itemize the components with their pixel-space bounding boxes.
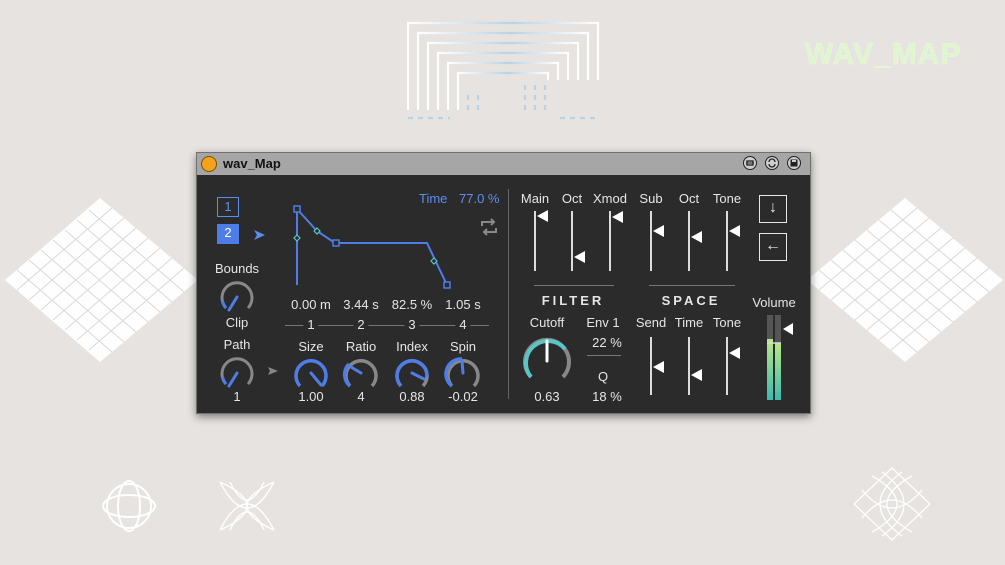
- sub-slider-handle[interactable]: [653, 225, 664, 237]
- index-knob[interactable]: [392, 355, 432, 393]
- lissajous-shape-1: [102, 480, 156, 532]
- segment-2-value[interactable]: 3.44 s: [343, 297, 378, 312]
- ratio-label: Ratio: [345, 339, 377, 354]
- lissajous-shape-2: [219, 481, 275, 531]
- volume-handle[interactable]: [783, 323, 793, 335]
- sub-label: Sub: [639, 191, 663, 206]
- space-header: SPACE: [661, 293, 721, 308]
- oct-slider-handle[interactable]: [574, 251, 585, 263]
- size-value: 1.00: [298, 389, 324, 404]
- path-label: Path: [223, 337, 251, 352]
- device-on-toggle[interactable]: [201, 156, 217, 172]
- oct2-slider-handle[interactable]: [691, 231, 702, 243]
- volume-meter[interactable]: [763, 313, 803, 403]
- spin-value: -0.02: [448, 389, 478, 404]
- path-value: 1: [233, 389, 241, 404]
- path-knob[interactable]: [217, 353, 257, 393]
- main-label: Main: [520, 191, 550, 206]
- q-divider: [587, 355, 621, 356]
- q-value[interactable]: 18 %: [592, 389, 622, 404]
- cutoff-value: 0.63: [534, 389, 560, 404]
- lissajous-shape-3: [853, 467, 931, 541]
- space-time-slider-handle[interactable]: [691, 369, 702, 381]
- spin-knob[interactable]: [443, 355, 483, 393]
- filter-divider: [534, 285, 614, 286]
- segment-2-number: 2: [353, 317, 369, 332]
- loop-icon[interactable]: [479, 217, 499, 237]
- slot-1-button[interactable]: 1: [217, 197, 239, 217]
- section-divider: [508, 189, 509, 399]
- space-divider: [649, 285, 735, 286]
- play-arrow-icon: [254, 230, 265, 240]
- segment-3-number: 3: [404, 317, 420, 332]
- segment-4-number: 4: [455, 317, 471, 332]
- left-arrow-icon: ←: [765, 237, 781, 254]
- xmod-slider-handle[interactable]: [612, 211, 623, 223]
- record-icon[interactable]: [743, 156, 757, 170]
- save-icon[interactable]: [787, 156, 801, 170]
- left-arrow-button[interactable]: ←: [759, 233, 787, 261]
- size-knob[interactable]: [291, 355, 331, 393]
- svg-text:WAV_MAP: WAV_MAP: [805, 38, 961, 70]
- down-arrow-button[interactable]: ↓: [759, 195, 787, 223]
- ratio-value: 4: [357, 389, 365, 404]
- segment-4-value[interactable]: 1.05 s: [445, 297, 480, 312]
- ratio-knob[interactable]: [341, 355, 381, 393]
- segment-1-number: 1: [303, 317, 319, 332]
- env-value[interactable]: 22 %: [592, 335, 622, 350]
- swap-icon[interactable]: [765, 156, 779, 170]
- space-tone-slider-handle[interactable]: [729, 347, 740, 359]
- oct-label-1: Oct: [561, 191, 583, 206]
- cutoff-label: Cutoff: [529, 315, 565, 330]
- index-value: 0.88: [399, 389, 425, 404]
- time-space-label: Time: [674, 315, 704, 330]
- spin-label: Spin: [449, 339, 477, 354]
- space-sliders: [650, 337, 740, 395]
- bounds-label: Bounds: [214, 261, 260, 276]
- clip-label: Clip: [225, 315, 249, 330]
- oct-label-2: Oct: [678, 191, 700, 206]
- time-value[interactable]: 77.0 %: [459, 191, 499, 206]
- wireframe-mesh-right: [807, 198, 1003, 362]
- filter-header: FILTER: [541, 293, 605, 308]
- device-title: wav_Map: [223, 156, 281, 171]
- brand-logo: WAV_MAP: [805, 38, 961, 70]
- send-label: Send: [635, 315, 667, 330]
- q-label: Q: [597, 369, 609, 384]
- size-label: Size: [298, 339, 324, 354]
- main-slider-handle[interactable]: [537, 210, 548, 222]
- bounds-knob[interactable]: [217, 277, 257, 317]
- envelope-graph[interactable]: [291, 203, 455, 289]
- segment-3-value[interactable]: 82.5 %: [392, 297, 432, 312]
- down-arrow-icon: ↓: [769, 199, 777, 216]
- env-label: Env 1: [586, 315, 620, 330]
- xmod-label: Xmod: [593, 191, 627, 206]
- title-bar[interactable]: wav_Map: [197, 153, 810, 175]
- wireframe-mesh-left: [5, 198, 198, 362]
- cutoff-knob[interactable]: [519, 333, 575, 389]
- slot-2-button[interactable]: 2: [217, 224, 239, 244]
- tone-space-label: Tone: [712, 315, 742, 330]
- tone-slider-handle[interactable]: [729, 225, 740, 237]
- arrow-right-icon: [268, 367, 278, 375]
- tone-label-1: Tone: [712, 191, 742, 206]
- send-slider-handle[interactable]: [653, 361, 664, 373]
- volume-label: Volume: [752, 295, 796, 310]
- top-sliders: [534, 210, 740, 271]
- segment-1-value[interactable]: 0.00 m: [291, 297, 331, 312]
- lines-graphic: [406, 21, 600, 120]
- index-label: Index: [396, 339, 428, 354]
- device-window: wav_Map 1 2 Bounds Clip Path 1 Time 77.0…: [196, 152, 811, 414]
